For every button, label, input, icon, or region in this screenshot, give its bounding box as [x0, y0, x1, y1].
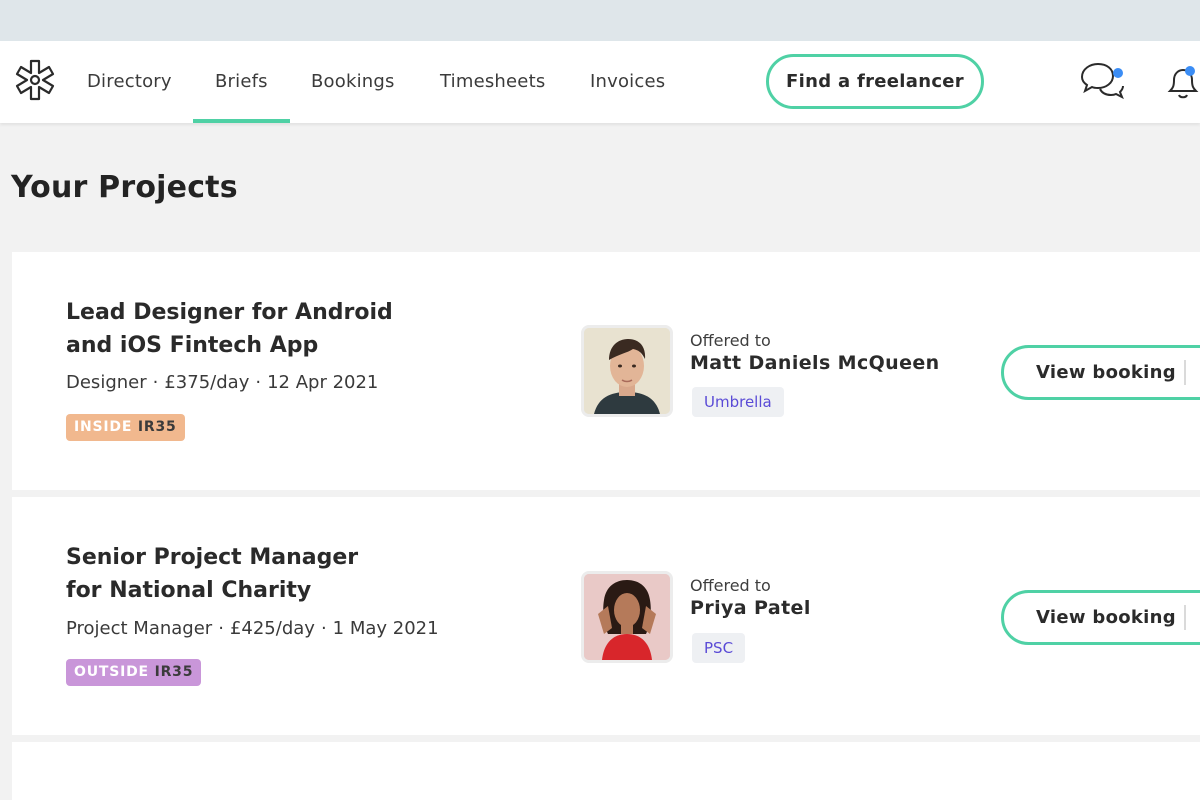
view-booking-label: View booking	[1036, 362, 1176, 383]
project-meta: Project Manager · £425/day · 1 May 2021	[66, 618, 439, 639]
project-card	[12, 742, 1200, 800]
nav-item-timesheets[interactable]: Timesheets	[440, 41, 545, 123]
button-divider	[1184, 605, 1186, 630]
view-booking-button[interactable]: View booking	[1001, 345, 1200, 400]
contract-type-tag: PSC	[692, 633, 746, 663]
nav-item-invoices[interactable]: Invoices	[590, 41, 665, 123]
project-card: Lead Designer for Android and iOS Fintec…	[12, 252, 1200, 490]
freelancer-photo	[584, 328, 670, 414]
freelancer-name[interactable]: Priya Patel	[690, 597, 811, 619]
project-title[interactable]: Senior Project Manager for National Char…	[66, 541, 396, 607]
browser-top-strip	[0, 0, 1200, 41]
ir35-status: INSIDE	[74, 419, 133, 435]
top-navbar: Directory Briefs Bookings Timesheets Inv…	[0, 41, 1200, 123]
offered-label: Offered to	[690, 576, 771, 595]
ir35-status: OUTSIDE	[74, 664, 149, 680]
logo-icon[interactable]	[10, 57, 60, 107]
project-title[interactable]: Lead Designer for Android and iOS Fintec…	[66, 296, 396, 362]
nav-item-directory[interactable]: Directory	[87, 41, 172, 123]
messages-icon[interactable]	[1078, 61, 1126, 105]
avatar	[581, 571, 673, 663]
freelancer-photo	[584, 574, 670, 660]
find-freelancer-button[interactable]: Find a freelancer	[766, 54, 984, 109]
view-booking-label: View booking	[1036, 607, 1176, 628]
ir35-label: IR35	[154, 664, 194, 680]
view-booking-button[interactable]: View booking	[1001, 590, 1200, 645]
ir35-badge: OUTSIDE IR35	[66, 659, 202, 686]
ir35-label: IR35	[137, 419, 177, 435]
button-divider	[1184, 360, 1186, 385]
nav-item-bookings[interactable]: Bookings	[311, 41, 395, 123]
project-card: Senior Project Manager for National Char…	[12, 497, 1200, 735]
project-rate: £425/day	[229, 618, 315, 639]
project-role: Project Manager	[66, 618, 213, 639]
contract-type-tag: Umbrella	[692, 387, 784, 417]
project-meta: Designer · £375/day · 12 Apr 2021	[66, 372, 379, 393]
nav-item-briefs[interactable]: Briefs	[193, 41, 290, 123]
project-rate: £375/day	[164, 372, 250, 393]
project-role: Designer	[66, 372, 147, 393]
page-title: Your Projects	[11, 170, 238, 205]
freelancer-name[interactable]: Matt Daniels McQueen	[690, 352, 940, 374]
project-date: 12 Apr 2021	[267, 372, 379, 393]
offered-label: Offered to	[690, 331, 771, 350]
project-date: 1 May 2021	[332, 618, 439, 639]
notifications-icon[interactable]	[1160, 61, 1200, 105]
avatar	[581, 325, 673, 417]
ir35-badge: INSIDE IR35	[66, 414, 185, 441]
